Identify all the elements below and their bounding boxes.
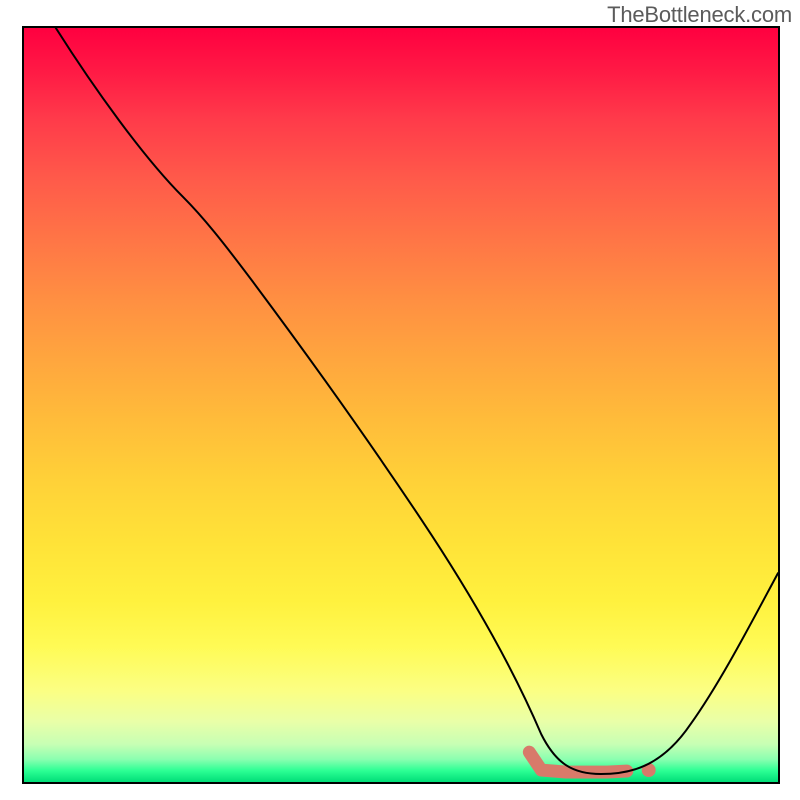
bottleneck-curve-line [56,28,778,774]
chart-plot-area [22,26,780,784]
highlight-segment [529,752,626,772]
watermark-text: TheBottleneck.com [607,2,792,28]
chart-svg [24,28,778,782]
